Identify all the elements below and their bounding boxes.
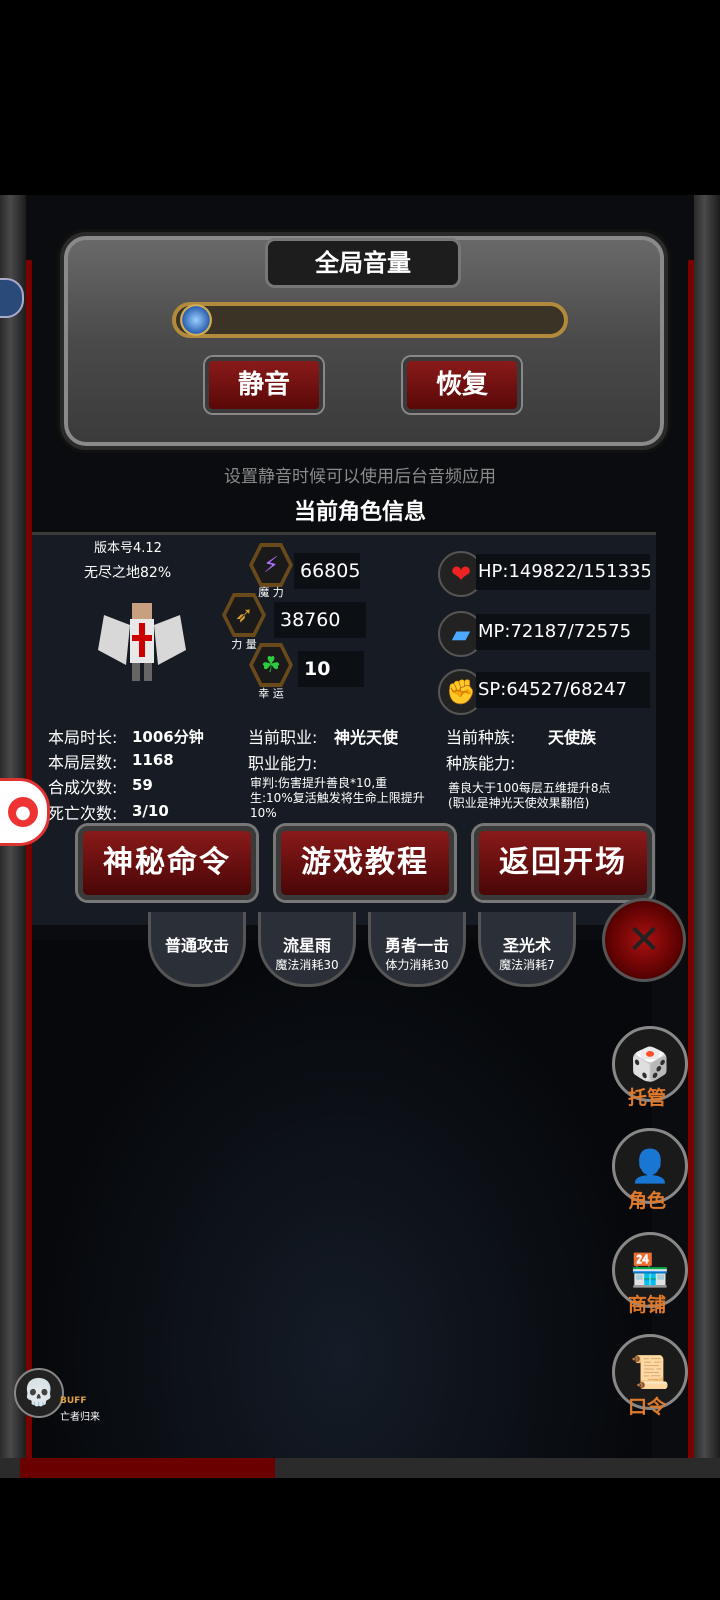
skill-cost: 体力消耗30 (385, 958, 449, 972)
dice-icon: 🎲 (630, 1045, 670, 1083)
hooded-figure-icon: 👤 (630, 1147, 670, 1185)
deaths-label: 死亡次数: (48, 804, 118, 823)
sp-value: SP:64527/68247 (476, 672, 650, 708)
game-area[interactable] (32, 940, 652, 1460)
version-label: 版本号4.12 (94, 541, 162, 556)
deaths-value: 3/10 (132, 802, 169, 820)
clover-icon: ☘ (253, 647, 289, 683)
buff-tag: BUFF (60, 1396, 87, 1406)
angel-sprite (98, 603, 186, 681)
luck-label: 幸 运 (258, 687, 284, 700)
tutorial-button[interactable]: 游戏教程 (276, 826, 454, 900)
mystery-command-button[interactable]: 神秘命令 (78, 826, 256, 900)
endless-progress: 无尽之地82% (84, 565, 172, 581)
duration-value: 1006分钟 (132, 728, 204, 746)
job-value: 神光天使 (334, 728, 399, 747)
close-icon: ✕ (627, 917, 661, 963)
volume-slider-knob[interactable] (180, 304, 212, 336)
scroll-icon: 📜 (630, 1353, 670, 1391)
role-label: 角色 (627, 1190, 666, 1212)
right-border (694, 195, 720, 1475)
job-label: 当前职业: (248, 728, 318, 747)
floors-value: 1168 (132, 751, 174, 769)
back-to-start-button[interactable]: 返回开场 (474, 826, 652, 900)
character-section-title: 当前角色信息 (293, 500, 426, 525)
skill-cost: 魔法消耗7 (499, 958, 555, 972)
close-button[interactable]: ✕ (602, 898, 686, 982)
job-ability-label: 职业能力: (248, 754, 318, 773)
skill-name: 普通攻击 (164, 936, 229, 955)
buff-name: 亡者归来 (60, 1412, 100, 1423)
job-ability-desc: 审判:伤害提升善良*10,重生:10%复活触发将生命上限提升10% (250, 776, 425, 820)
skill-name: 流星雨 (282, 936, 331, 955)
skull-icon[interactable]: 💀 (14, 1368, 64, 1418)
volume-hint: 设置静音时候可以使用后台音频应用 (224, 467, 496, 487)
person-icon: ● (8, 797, 38, 827)
crossbow-icon: ➶ (226, 597, 262, 633)
merges-label: 合成次数: (48, 778, 118, 797)
hp-value: HP:149822/151335 (476, 554, 650, 590)
power-value: 38760 (274, 602, 366, 638)
mp-value: MP:72187/72575 (476, 614, 650, 650)
race-ability-label: 种族能力: (446, 754, 516, 773)
code-label: 口令 (627, 1396, 666, 1418)
restore-button[interactable]: 恢复 (403, 357, 521, 413)
floors-label: 本局层数: (48, 753, 118, 772)
duration-label: 本局时长: (48, 728, 118, 747)
skill-cost: 魔法消耗30 (275, 958, 339, 972)
right-red-trim (688, 260, 694, 1460)
race-label: 当前种族: (446, 728, 516, 747)
skill-name: 圣光术 (502, 936, 551, 955)
bottom-red-bar (20, 1458, 275, 1478)
race-value: 天使族 (548, 728, 597, 747)
volume-title: 全局音量 (315, 249, 411, 277)
shop-label: 商铺 (627, 1294, 666, 1316)
merges-value: 59 (132, 776, 153, 794)
magic-value: 66805 (294, 553, 360, 589)
mute-button[interactable]: 静音 (205, 357, 323, 413)
race-ability-desc: 善良大于100每层五维提升8点(职业是神光天使效果翻倍) (448, 781, 611, 810)
volume-slider[interactable] (172, 302, 568, 338)
skill-name: 勇者一击 (384, 936, 449, 955)
luck-value: 10 (298, 651, 364, 687)
auto-label: 托管 (627, 1087, 666, 1109)
lightning-icon: ⚡ (253, 547, 289, 583)
shop-sign-icon: 🏪 (630, 1251, 670, 1289)
